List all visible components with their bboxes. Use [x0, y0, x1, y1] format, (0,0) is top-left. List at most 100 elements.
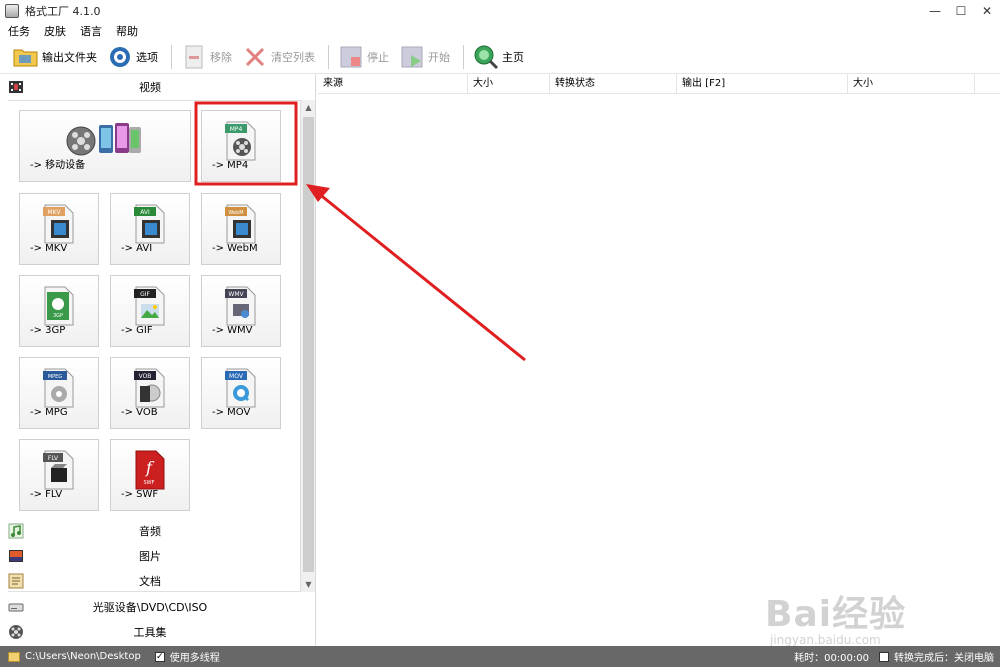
gif-badge-text: GIF [140, 291, 150, 298]
output-folder-button[interactable]: 输出文件夹 [10, 42, 100, 72]
column-output-size[interactable]: 大小 [848, 74, 975, 94]
category-label: 光驱设备\DVD\CD\ISO [92, 600, 208, 614]
swf-badge-text: SWF [144, 480, 155, 486]
stop-icon [338, 44, 364, 70]
tile-label: -> 3GP [30, 325, 66, 336]
multithread-checkbox[interactable]: ✓ [154, 651, 165, 662]
mp4-badge-text: MP4 [230, 126, 243, 133]
start-button[interactable]: 开始 [396, 42, 453, 72]
music-note-icon [8, 523, 24, 539]
toolbar-separator [328, 44, 329, 69]
category-label: 文档 [139, 575, 161, 589]
vob-file-icon: VOB [132, 368, 168, 411]
output-path[interactable]: C:\Users\Neon\Desktop [25, 651, 141, 662]
column-size[interactable]: 大小 [468, 74, 550, 94]
column-status[interactable]: 转换状态 [550, 74, 677, 94]
globe-search-icon [473, 44, 499, 70]
close-button[interactable]: ✕ [974, 0, 1000, 22]
watermark-brand: Bai经验 [765, 594, 907, 635]
window-controls: — ☐ ✕ [922, 0, 1000, 22]
baidu-jingyan-watermark: Bai经验 jingyan.baidu.com [765, 585, 906, 647]
tile-wmv[interactable]: WMV -> WMV [201, 275, 281, 347]
task-table-header: 来源 大小 转换状态 输出 [F2] 大小 [318, 74, 1000, 94]
disc-drive-icon [8, 599, 24, 615]
tile-mp4[interactable]: MP4 -> MP4 [201, 110, 281, 182]
category-audio[interactable]: 音频 [0, 518, 316, 543]
tile-avi[interactable]: AVI -> AVI [110, 193, 190, 265]
elapsed-time: 耗时：00:00:00 [794, 653, 869, 664]
start-icon [399, 44, 425, 70]
tile-label: -> MKV [30, 243, 68, 254]
title-bar: 格式工厂 4.1.0 — ☐ ✕ [0, 0, 1000, 22]
tile-label: -> WebM [212, 243, 258, 254]
document-icon [8, 573, 24, 589]
tile-mov[interactable]: MOV -> MOV [201, 357, 281, 429]
tile-mobile-device[interactable]: -> 移动设备 [19, 110, 191, 182]
category-optical-drive[interactable]: 光驱设备\DVD\CD\ISO [0, 594, 316, 619]
tile-3gp[interactable]: 3GP -> 3GP [19, 275, 99, 347]
flv-file-icon: FLV [41, 450, 77, 493]
tile-mkv[interactable]: MKV -> MKV [19, 193, 99, 265]
mp4-file-icon: MP4 [223, 121, 259, 164]
menu-skin[interactable]: 皮肤 [44, 23, 66, 39]
mov-file-icon: MOV [223, 368, 259, 411]
picture-icon [8, 548, 24, 564]
column-output[interactable]: 输出 [F2] [677, 74, 848, 94]
multithread-label: 使用多线程 [169, 653, 220, 664]
menu-help[interactable]: 帮助 [116, 23, 138, 39]
folder-icon[interactable] [8, 651, 20, 662]
scroll-thumb[interactable] [303, 117, 314, 572]
toolbar-separator [171, 44, 172, 69]
category-label: 音频 [139, 524, 161, 538]
flv-badge-text: FLV [48, 455, 59, 462]
after-done-label: 转换完成后：关闭电脑 [894, 653, 994, 664]
remove-label: 移除 [210, 50, 232, 64]
tile-label: -> MPG [30, 407, 68, 418]
after-done-checkbox[interactable] [879, 651, 889, 662]
avi-file-icon: AVI [132, 204, 168, 247]
category-document[interactable]: 文档 [0, 569, 316, 594]
remove-button[interactable]: 移除 [178, 42, 235, 72]
remove-icon [181, 44, 207, 70]
gif-file-icon: GIF [132, 286, 168, 329]
menu-task[interactable]: 任务 [8, 23, 30, 39]
options-gear-icon [107, 44, 133, 70]
folder-icon [13, 44, 39, 70]
scroll-up-icon[interactable]: ▲ [301, 100, 316, 115]
options-button[interactable]: 选项 [104, 42, 161, 72]
3gp-file-icon: 3GP [41, 286, 77, 329]
tile-gif[interactable]: GIF -> GIF [110, 275, 190, 347]
category-tools[interactable]: 工具集 [0, 620, 316, 645]
tile-webm[interactable]: WebM -> WebM [201, 193, 281, 265]
webm-badge-text: WebM [228, 210, 243, 216]
category-list: 音频 图片 文档 光驱设备\DVD\CD\ISO 工具集 [0, 518, 316, 645]
category-video[interactable]: 视频 [0, 74, 315, 100]
options-label: 选项 [136, 50, 158, 64]
toolbar: 输出文件夹 选项 移除 清空列表 停止 开始 主页 [0, 40, 1000, 74]
tile-label: -> MOV [212, 407, 251, 418]
tile-swf[interactable]: f SWF -> SWF [110, 439, 190, 511]
app-icon [5, 4, 19, 18]
clear-list-button[interactable]: 清空列表 [239, 42, 318, 72]
tile-label: -> AVI [121, 243, 153, 254]
output-folder-label: 输出文件夹 [42, 50, 97, 64]
minimize-button[interactable]: — [922, 0, 948, 22]
start-label: 开始 [428, 50, 450, 64]
home-button[interactable]: 主页 [470, 42, 527, 72]
category-label: 图片 [139, 550, 161, 564]
mkv-badge-text: MKV [47, 209, 61, 216]
left-panel: 视频 -> 移动设备 MP4 -> MP4 MKV -> MKV AVI -> … [0, 74, 316, 646]
tile-flv[interactable]: FLV -> FLV [19, 439, 99, 511]
film-reel-icon [8, 624, 24, 640]
tile-vob[interactable]: VOB -> VOB [110, 357, 190, 429]
tile-mpg[interactable]: MPEG -> MPG [19, 357, 99, 429]
category-image[interactable]: 图片 [0, 543, 316, 568]
column-source[interactable]: 来源 [318, 74, 468, 94]
stop-button[interactable]: 停止 [335, 42, 392, 72]
tile-label: -> FLV [30, 489, 63, 500]
mkv-file-icon: MKV [41, 204, 77, 247]
category-label: 工具集 [133, 626, 167, 640]
wmv-file-icon: WMV [223, 286, 259, 329]
menu-language[interactable]: 语言 [80, 23, 102, 39]
maximize-button[interactable]: ☐ [948, 0, 974, 22]
